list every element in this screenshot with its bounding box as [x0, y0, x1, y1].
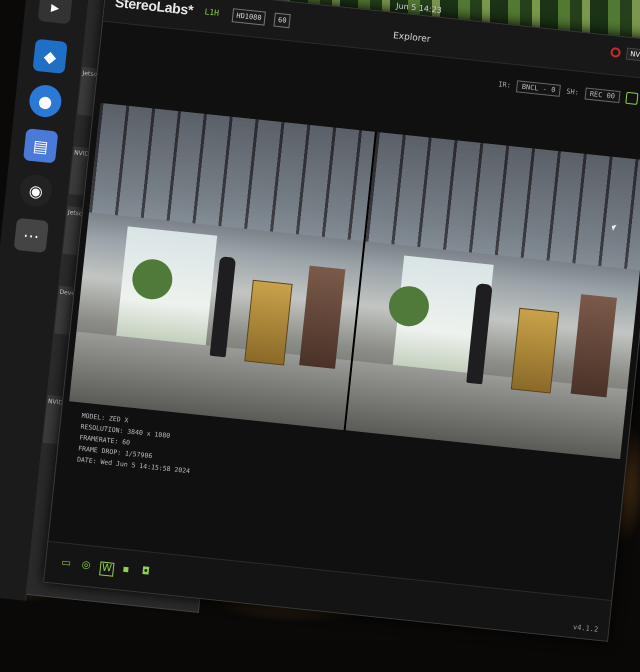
window-title: Explorer	[392, 31, 431, 45]
chromium-icon[interactable]: ●	[27, 83, 63, 119]
vscode-icon[interactable]: ◆	[32, 38, 68, 74]
stereo-viewer[interactable]	[69, 102, 640, 460]
obs-icon[interactable]: ◉	[18, 173, 54, 209]
stream-icon[interactable]: ◎	[79, 559, 92, 572]
right-camera-view	[345, 131, 640, 460]
fps-select[interactable]: 60	[273, 12, 292, 29]
camera-info: MODEL: ZED X RESOLUTION: 3840 x 1080 FRA…	[76, 411, 195, 478]
camera-icon[interactable]: ◘	[139, 566, 152, 579]
zed-explorer-window: Jun 5 14:23 StereoLabs* L1H HD1080 60 Ex…	[43, 0, 640, 642]
lobby-ceiling	[88, 102, 375, 242]
depth-mode-icon[interactable]: W	[99, 561, 115, 577]
nvidia-badge: NVIDIA	[625, 47, 640, 63]
depth-label: SH:	[565, 87, 580, 97]
apps-icon[interactable]: ⋯	[13, 217, 49, 253]
files-icon[interactable]: ▤	[23, 128, 59, 164]
brand-logo: StereoLabs*	[114, 0, 194, 18]
record-icon[interactable]	[609, 46, 621, 58]
viewer-toolbar: IR: BNCL - 0 SH: REC 00	[498, 78, 640, 106]
resolution-select[interactable]: HD1080	[231, 8, 267, 26]
lobby-ceiling	[365, 131, 640, 271]
sensor-label: IR:	[497, 80, 512, 90]
left-camera-view	[69, 102, 375, 431]
pillar	[299, 265, 346, 369]
depth-select[interactable]: REC 00	[584, 87, 621, 104]
person	[209, 256, 237, 358]
pillar	[570, 294, 617, 398]
tilted-desktop: Jetson NVID Jetson Devel NVID ▸ ◆ ● ▤ ◉ …	[0, 0, 640, 672]
kiosk	[510, 307, 560, 394]
library-label: L1H	[204, 7, 220, 18]
folder-icon[interactable]: ▭	[60, 557, 73, 570]
version-label: v4.1.2	[572, 623, 599, 634]
kiosk	[244, 279, 293, 366]
title-bar-icons: NVIDIA	[609, 46, 640, 63]
terminal-icon[interactable]: ▸	[37, 0, 73, 25]
rec-icon[interactable]: ▪	[119, 563, 132, 576]
snapshot-icon[interactable]	[625, 91, 639, 105]
sensor-select[interactable]: BNCL - 0	[516, 80, 561, 97]
